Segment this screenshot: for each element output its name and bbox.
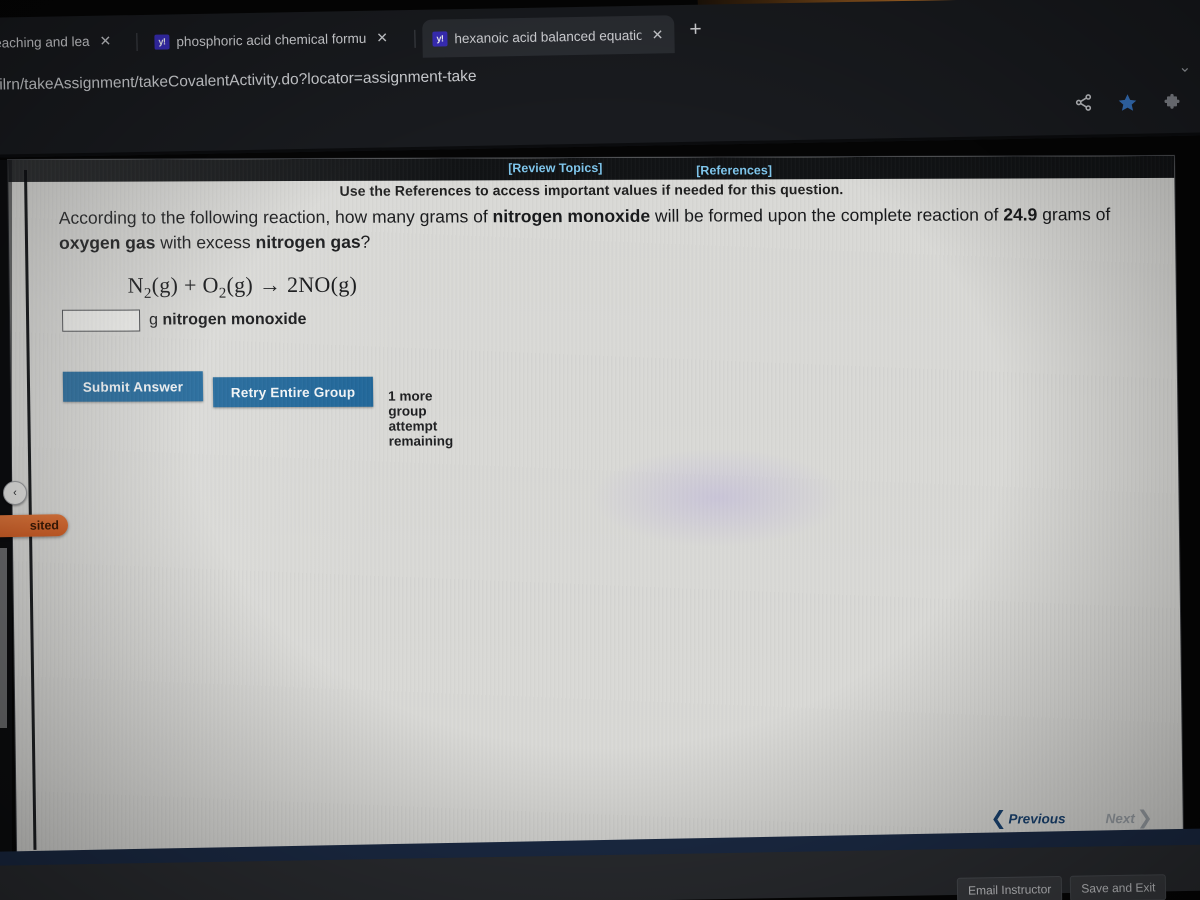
equation-reactant-2-state: (g) (226, 272, 254, 298)
question-part-5: ? (360, 231, 371, 252)
previous-button[interactable]: ❮ Previous (990, 808, 1066, 830)
save-and-exit-button[interactable]: Save and Exit (1069, 874, 1167, 900)
address-bar-url[interactable]: ilrn/takeAssignment/takeCovalentActivity… (0, 68, 477, 95)
tab-title: teaching and lea (0, 33, 90, 51)
equation-plus: + (178, 272, 203, 298)
close-icon[interactable]: ✕ (373, 28, 391, 46)
question-text: According to the following reaction, how… (59, 202, 1150, 255)
browser-toolbar-icons (1074, 92, 1182, 118)
answer-unit: g (148, 311, 163, 329)
references-link[interactable]: [References] (696, 163, 772, 177)
equation-arrow: → (252, 272, 288, 298)
close-icon[interactable]: ✕ (649, 25, 667, 43)
reference-note: Use the References to access important v… (339, 181, 844, 199)
equation-reactant-1-subscript: 2 (143, 285, 152, 302)
question-part-2: will be formed upon the complete reactio… (649, 204, 1004, 226)
chevron-down-icon[interactable]: ⌄ (1178, 58, 1191, 76)
star-icon[interactable] (1117, 92, 1138, 118)
next-button[interactable]: Next ❯ (1105, 807, 1153, 830)
yahoo-favicon-icon: y! (432, 30, 448, 47)
equation-product-state: (g) (330, 271, 358, 297)
answer-substance: nitrogen monoxide (162, 310, 307, 329)
tab-title: phosphoric acid chemical formu (176, 30, 367, 49)
share-icon[interactable] (1074, 93, 1093, 117)
chevron-left-icon: ❮ (990, 808, 1007, 830)
attempts-remaining-text: 1 more group attempt remaining (388, 388, 454, 449)
scrollbar[interactable] (0, 548, 7, 728)
chevron-right-icon: ❯ (1136, 807, 1153, 830)
bottom-button-group: Email Instructor Save and Exit (956, 874, 1167, 900)
screen-glare (8, 155, 1184, 860)
answer-row: g nitrogen monoxide (61, 309, 307, 332)
question-part-1: According to the following reaction, how… (58, 206, 493, 228)
monitor-photo: teaching and lea ✕ y! phosphoric acid ch… (0, 0, 1200, 900)
retry-entire-group-button[interactable]: Retry Entire Group (212, 376, 374, 408)
browser-window: teaching and lea ✕ y! phosphoric acid ch… (0, 0, 1200, 158)
equation-reactant-2: O (202, 272, 219, 298)
equation-product: 2NO (286, 271, 331, 298)
browser-tab-0[interactable]: teaching and lea ✕ (0, 21, 129, 62)
review-topics-link[interactable]: [Review Topics] (508, 161, 602, 175)
browser-tab-1[interactable]: y! phosphoric acid chemical formu ✕ (144, 18, 405, 61)
question-bold-product: nitrogen monoxide (492, 205, 651, 227)
question-bold-reactant2: nitrogen gas (255, 231, 361, 252)
extensions-icon[interactable] (1162, 93, 1182, 118)
submit-answer-button[interactable]: Submit Answer (62, 371, 204, 402)
email-instructor-button[interactable]: Email Instructor (956, 875, 1063, 900)
question-part-3: grams of (1037, 204, 1111, 225)
equation-reactant-2-subscript: 2 (218, 285, 227, 302)
chemical-equation: N2(g) + O2(g) → 2NO(g) (127, 272, 357, 303)
equation-reactant-1: N (127, 272, 145, 298)
sidebar-shadow (0, 160, 12, 860)
next-label: Next (1105, 811, 1135, 827)
web-page-viewport: [Review Topics] [References] Use the Ref… (8, 155, 1184, 860)
new-tab-button[interactable]: + (689, 18, 702, 41)
tab-separator (414, 29, 416, 48)
question-bold-mass: 24.9 (1003, 204, 1038, 225)
answer-unit-label: g nitrogen monoxide (149, 311, 307, 330)
answer-input[interactable] (61, 309, 141, 332)
sidebar-collapse-button[interactable]: ‹ (3, 481, 27, 505)
page-navigation: ❮ Previous Next ❯ (990, 807, 1153, 830)
close-icon[interactable]: ✕ (96, 31, 114, 49)
question-bold-reactant1: oxygen gas (58, 232, 156, 253)
tab-separator (136, 33, 138, 52)
yahoo-favicon-icon: y! (154, 33, 170, 50)
tab-title: hexanoic acid balanced equation (454, 27, 642, 46)
browser-tab-2[interactable]: y! hexanoic acid balanced equation ✕ (422, 15, 675, 58)
question-part-4: with excess (155, 231, 256, 253)
equation-reactant-1-state: (g) (151, 272, 179, 298)
previous-label: Previous (1008, 811, 1066, 827)
bookmark-pill[interactable]: sited (0, 514, 69, 538)
